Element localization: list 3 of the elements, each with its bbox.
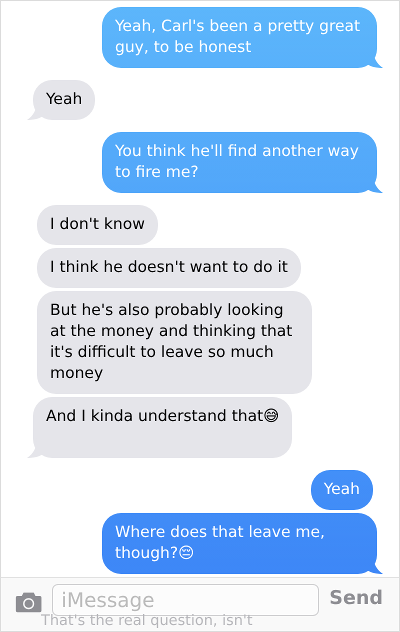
message-field[interactable]: iMessage xyxy=(52,584,320,616)
message-text: That's the real question, isn't xyxy=(41,613,253,630)
send-button[interactable]: Send xyxy=(327,584,385,612)
